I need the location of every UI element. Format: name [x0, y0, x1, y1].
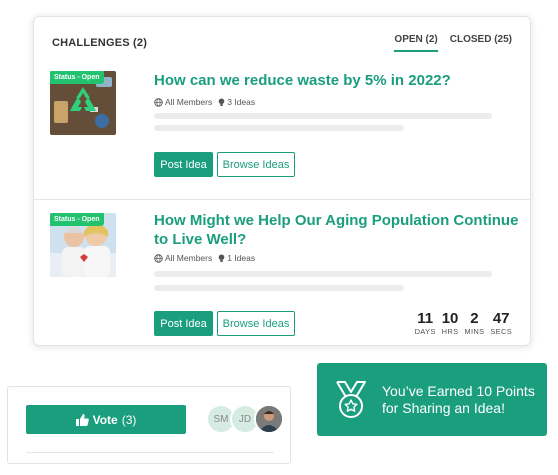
status-badge: Status - Open	[50, 71, 104, 84]
thumbs-up-icon	[75, 413, 89, 426]
panel-title: CHALLENGES (2)	[52, 37, 148, 49]
countdown-unit: HRS	[441, 327, 459, 336]
post-idea-button[interactable]: Post Idea	[154, 152, 213, 177]
challenge-image-recycle[interactable]: Status - Open	[50, 71, 116, 135]
audience-label: All Members	[165, 97, 213, 107]
challenge-title-line: How Might we Help Our Aging Population C…	[154, 212, 519, 229]
tab-open[interactable]: OPEN (2)	[394, 34, 438, 52]
placeholder-line	[154, 113, 492, 119]
vote-label: Vote	[92, 412, 118, 427]
post-idea-button[interactable]: Post Idea	[154, 311, 213, 336]
countdown-value: 10	[441, 310, 459, 327]
countdown-seconds: 47 SECS	[490, 310, 512, 336]
placeholder-line	[154, 285, 404, 291]
countdown-minutes: 2 MINS	[464, 310, 484, 336]
toast-message: You’ve Earned 10 Points for Sharing an I…	[382, 383, 535, 417]
globe-icon	[154, 253, 163, 263]
globe-icon	[154, 97, 163, 107]
vote-card: Vote (3) SM JD	[7, 386, 291, 464]
countdown-hours: 10 HRS	[442, 310, 459, 336]
countdown-timer: 11 DAYS 10 HRS 2 MINS 47 SECS	[415, 310, 512, 336]
placeholder-line	[154, 125, 404, 131]
ideas-count: 1 Ideas	[227, 253, 256, 263]
toast-line: You’ve Earned 10 Points	[382, 382, 535, 399]
vote-count: (3)	[121, 412, 137, 427]
voter-avatars: SM JD	[206, 404, 284, 434]
challenge-image-elderly-couple[interactable]: Status - Open	[50, 213, 116, 277]
lightbulb-icon	[218, 253, 225, 262]
challenge-title[interactable]: How Might we Help Our Aging Population C…	[154, 211, 518, 249]
countdown-value: 2	[470, 310, 479, 327]
points-toast: You’ve Earned 10 Points for Sharing an I…	[317, 363, 547, 436]
challenge-title[interactable]: How can we reduce waste by 5% in 2022?	[154, 71, 451, 90]
divider	[26, 452, 274, 453]
placeholder-line	[154, 271, 492, 277]
avatar-photo[interactable]	[254, 404, 284, 434]
challenge-title-line: to Live Well?	[154, 231, 247, 248]
countdown-value: 11	[417, 310, 434, 327]
challenge-tabs: OPEN (2) CLOSED (25)	[394, 34, 512, 52]
lightbulb-icon	[218, 97, 225, 106]
countdown-value: 47	[492, 310, 510, 327]
challenges-panel: CHALLENGES (2) OPEN (2) CLOSED (25) Stat…	[33, 16, 531, 346]
toast-line: for Sharing an Idea!	[382, 399, 505, 416]
browse-ideas-button[interactable]: Browse Ideas	[217, 152, 295, 177]
vote-button[interactable]: Vote (3)	[26, 405, 186, 434]
countdown-days: 11 DAYS	[415, 310, 436, 336]
audience-label: All Members	[165, 253, 213, 263]
panel-header: CHALLENGES (2) OPEN (2) CLOSED (25)	[34, 17, 530, 69]
challenge-card: Status - Open How Might we Help Our Agin…	[34, 199, 530, 336]
browse-ideas-button[interactable]: Browse Ideas	[217, 311, 295, 336]
countdown-unit: SECS	[490, 327, 512, 336]
challenge-meta: All Members 3 Ideas	[154, 97, 255, 107]
countdown-unit: DAYS	[414, 327, 436, 336]
ideas-count: 3 Ideas	[227, 97, 256, 107]
status-badge: Status - Open	[50, 213, 104, 226]
countdown-unit: MINS	[464, 327, 485, 336]
tab-closed[interactable]: CLOSED (25)	[450, 34, 512, 52]
medal-icon	[336, 380, 366, 418]
challenge-card: Status - Open How can we reduce waste by…	[34, 69, 530, 199]
challenge-meta: All Members 1 Ideas	[154, 253, 255, 263]
